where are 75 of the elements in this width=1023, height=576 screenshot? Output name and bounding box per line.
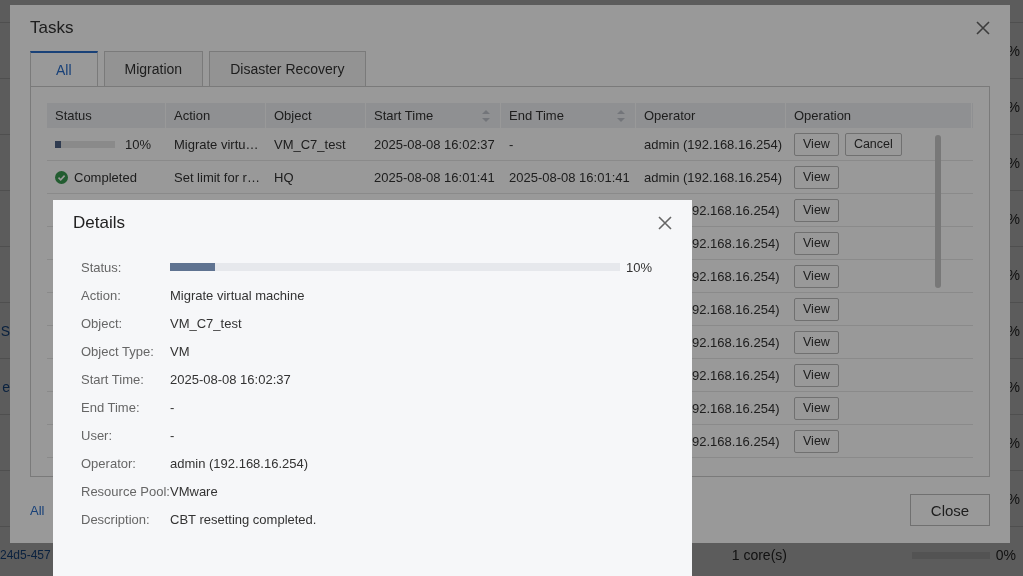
- field-value: 10%: [626, 259, 653, 275]
- row-button[interactable]: Cancel: [844, 132, 902, 156]
- table-cell: -: [509, 136, 514, 152]
- table-cell: VM_C7_test: [274, 136, 346, 152]
- field-label: Operator:: [81, 455, 137, 471]
- table-cell-text: 1 core(s): [731, 547, 788, 563]
- table-cell: 2025-08-08 16:01:41: [374, 169, 495, 185]
- dialog-title: Tasks: [30, 18, 74, 38]
- row-button[interactable]: View: [794, 429, 839, 453]
- table-cell: 92.168.16.254): [692, 235, 780, 251]
- field-label: Action:: [81, 287, 122, 303]
- row-button[interactable]: View: [794, 165, 839, 189]
- field-value: Migrate virtual machine: [170, 287, 305, 303]
- tab[interactable]: Migration: [103, 51, 204, 86]
- row-button[interactable]: View: [794, 132, 839, 156]
- field-value: VM_C7_test: [170, 315, 242, 331]
- table-cell: 92.168.16.254): [692, 268, 780, 284]
- table-cell: 0%: [995, 547, 1016, 563]
- tab[interactable]: Disaster Recovery: [209, 51, 366, 86]
- table-cell: 92.168.16.254): [692, 433, 780, 449]
- dialog-title: Details: [73, 213, 125, 233]
- field-value: VMware: [170, 483, 218, 499]
- row-button[interactable]: View: [794, 264, 839, 288]
- field-value: -: [170, 427, 175, 443]
- table-cell: 2025-08-08 16:01:41: [509, 169, 630, 185]
- field-label: End Time:: [81, 399, 141, 415]
- table-cell: 92.168.16.254): [692, 301, 780, 317]
- column-header: Operator: [644, 108, 696, 123]
- sort-icon: [617, 109, 625, 122]
- table-cell: e: [2, 378, 10, 395]
- field-label: User:: [81, 427, 114, 443]
- tab[interactable]: All: [30, 51, 98, 87]
- table-cell: admin (192.168.16.254): [644, 136, 783, 152]
- column-header: Start Time: [374, 108, 434, 123]
- row-button[interactable]: View: [794, 330, 839, 354]
- table-cell: 92.168.16.254): [692, 367, 780, 383]
- table-cell: Migrate virtu…: [174, 136, 259, 152]
- field-value: CBT resetting completed.: [170, 511, 317, 527]
- table-cell: admin (192.168.16.254): [644, 169, 783, 185]
- field-label: Object Type:: [81, 343, 155, 359]
- field-label: Object:: [81, 315, 124, 331]
- status-text: Completed: [74, 169, 137, 185]
- sort-icon: [482, 109, 490, 122]
- field-value: VM: [170, 343, 190, 359]
- field-label: Status:: [81, 259, 123, 275]
- field-value: admin (192.168.16.254): [170, 455, 309, 471]
- field-label: Description:: [81, 511, 151, 527]
- row-button[interactable]: View: [794, 297, 839, 321]
- table-cell: S: [0, 322, 10, 339]
- row-button[interactable]: View: [794, 198, 839, 222]
- column-header: Action: [174, 108, 211, 123]
- field-value: 2025-08-08 16:02:37: [170, 371, 291, 387]
- field-label: Resource Pool:: [81, 483, 170, 499]
- table-cell: 92.168.16.254): [692, 400, 780, 416]
- column-header: End Time: [509, 108, 564, 123]
- field-label: Start Time:: [81, 371, 145, 387]
- column-header: Status: [55, 108, 92, 123]
- check-circle-icon: [55, 170, 68, 184]
- close-button[interactable]: Close: [910, 494, 990, 526]
- row-button[interactable]: View: [794, 231, 839, 255]
- column-header: Operation: [794, 108, 852, 123]
- scrollbar[interactable]: [935, 135, 941, 288]
- table-cell: 92.168.16.254): [692, 202, 780, 218]
- row-button[interactable]: View: [794, 363, 839, 387]
- table-cell: 2025-08-08 16:02:37: [374, 136, 495, 152]
- status-text: 10%: [125, 136, 152, 152]
- row-button[interactable]: View: [794, 396, 839, 420]
- table-cell: 92.168.16.254): [692, 334, 780, 350]
- close-icon: [976, 21, 990, 35]
- field-value: -: [170, 399, 175, 415]
- link[interactable]: All: [30, 502, 45, 518]
- table-cell: HQ: [274, 169, 294, 185]
- table-cell: Set limit for r…: [174, 169, 260, 185]
- close-icon: [658, 216, 672, 230]
- column-header: Object: [274, 108, 312, 123]
